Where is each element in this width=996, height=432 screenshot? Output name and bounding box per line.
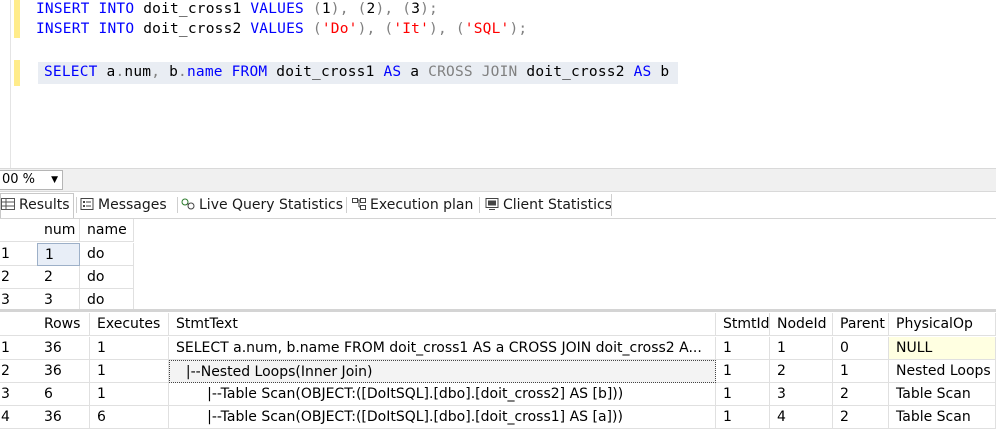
grid-cell[interactable]: |--Table Scan(OBJECT:([DoItSQL].[dbo].[d… [169,383,716,406]
tab-messages[interactable]: Messages [80,194,167,216]
tabs-bottom-border [0,218,996,219]
row-header-corner[interactable] [0,313,37,336]
column-header-nodeid[interactable]: NodeId [770,313,833,336]
row-number[interactable]: 2 [0,266,37,289]
grid-cell[interactable]: 1 [716,337,770,360]
client-statistics-icon [485,198,499,210]
grid-cell-null[interactable]: NULL [889,337,996,360]
grid-cell[interactable]: 3 [770,383,833,406]
column-header-stmttext[interactable]: StmtText [169,313,716,336]
grid-cell[interactable]: do [80,266,134,289]
grid-cell-focused[interactable]: |--Nested Loops(Inner Join) [169,360,716,383]
row-header-corner[interactable] [0,219,37,242]
row-number[interactable]: 4 [0,406,37,429]
tab-label: Results [19,197,70,213]
tab-results[interactable]: Results [0,193,74,218]
column-header-stmtid[interactable]: StmtId [716,313,770,336]
tab-separator [611,194,612,216]
grid-cell[interactable]: 36 [37,406,90,429]
code-line-2[interactable]: INSERT INTO doit_cross2 VALUES ('Do'), (… [36,21,527,37]
table-row[interactable]: 4 36 6 |--Table Scan(OBJECT:([DoItSQL].[… [0,406,996,429]
grid-cell[interactable]: 36 [37,337,90,360]
zoom-bar: 00 % ▼ [0,168,996,192]
column-header-physicalop[interactable]: PhysicalOp [889,313,996,336]
grid-cell[interactable]: Nested Loops [889,360,996,383]
results-grid-1[interactable]: num name 1 1 do 2 2 do 3 3 do [0,219,134,312]
grid-cell[interactable]: 0 [833,337,889,360]
column-header-parent[interactable]: Parent [833,313,889,336]
grid-cell[interactable]: 1 [90,383,169,406]
tab-separator [177,197,178,213]
table-row[interactable]: 2 2 do [0,266,134,289]
grid-cell[interactable]: Table Scan [889,406,996,429]
row-number[interactable]: 2 [0,360,37,383]
code-line-3[interactable]: SELECT a.num, b.name FROM doit_cross1 AS… [44,64,669,80]
table-row[interactable]: 1 36 1 SELECT a.num, b.name FROM doit_cr… [0,337,996,360]
tab-execution-plan[interactable]: Execution plan [352,194,473,216]
zoom-select[interactable]: 00 % ▼ [0,170,63,190]
change-marker [14,0,20,38]
grid-cell[interactable]: 1 [37,243,80,266]
tab-label: Client Statistics [503,197,612,213]
column-header-executes[interactable]: Executes [90,313,169,336]
grid-cell[interactable]: 6 [37,383,90,406]
grid-cell[interactable]: 1 [90,337,169,360]
row-number[interactable]: 3 [0,383,37,406]
query-editor[interactable]: INSERT INTO doit_cross1 VALUES (1), (2),… [0,0,996,168]
table-row[interactable]: 2 36 1 |--Nested Loops(Inner Join) 1 2 1… [0,360,996,383]
grid-header-row: Rows Executes StmtText StmtId NodeId Par… [0,313,996,336]
grid-cell[interactable]: 4 [770,406,833,429]
grid-cell[interactable]: 1 [833,360,889,383]
table-row[interactable]: 3 6 1 |--Table Scan(OBJECT:([DoItSQL].[d… [0,383,996,406]
column-header-num[interactable]: num [37,219,80,242]
chevron-down-icon[interactable]: ▼ [51,171,58,189]
grid-cell[interactable]: 36 [37,360,90,383]
tab-label: Execution plan [370,197,474,213]
messages-icon [80,198,94,210]
editor-margin [10,0,11,168]
grid-cell[interactable]: 1 [90,360,169,383]
row-number[interactable]: 1 [0,337,37,360]
row-number[interactable]: 1 [0,243,37,266]
grid-cell[interactable]: 1 [716,360,770,383]
grid-cell[interactable]: 2 [770,360,833,383]
grid-cell[interactable]: 1 [716,406,770,429]
grid-cell[interactable]: SELECT a.num, b.name FROM doit_cross1 AS… [169,337,716,360]
grid-cell[interactable]: 1 [716,383,770,406]
grid-cell[interactable]: 1 [770,337,833,360]
grid-cell[interactable]: 2 [833,383,889,406]
execution-plan-icon [352,198,366,210]
change-marker [14,60,20,86]
column-header-name[interactable]: name [80,219,134,242]
grid-cell[interactable]: Table Scan [889,383,996,406]
column-header-rows[interactable]: Rows [37,313,90,336]
grid-header-row: num name [0,219,134,242]
tab-live-query-statistics[interactable]: Live Query Statistics [181,194,343,216]
grid-cell[interactable]: do [80,243,134,266]
results-grid-2[interactable]: Rows Executes StmtText StmtId NodeId Par… [0,313,996,432]
tab-label: Messages [98,197,167,213]
grid-icon [1,198,15,210]
live-query-icon [181,198,195,210]
grid-cell[interactable]: 2 [37,266,80,289]
grid-cell[interactable]: 2 [833,406,889,429]
tab-separator [346,197,347,213]
results-tabs: Results Messages Live Query Statistics E… [0,192,996,218]
grid-cell[interactable]: 6 [90,406,169,429]
tab-client-statistics[interactable]: Client Statistics [485,194,612,216]
zoom-value: 00 % [2,172,36,187]
grid-splitter[interactable] [0,309,996,312]
table-row[interactable]: 1 1 do [0,243,134,266]
tab-label: Live Query Statistics [199,197,344,213]
grid-cell[interactable]: |--Table Scan(OBJECT:([DoItSQL].[dbo].[d… [169,406,716,429]
tab-separator [479,197,480,213]
tab-separator [76,197,77,213]
code-line-1[interactable]: INSERT INTO doit_cross1 VALUES (1), (2),… [36,1,438,17]
